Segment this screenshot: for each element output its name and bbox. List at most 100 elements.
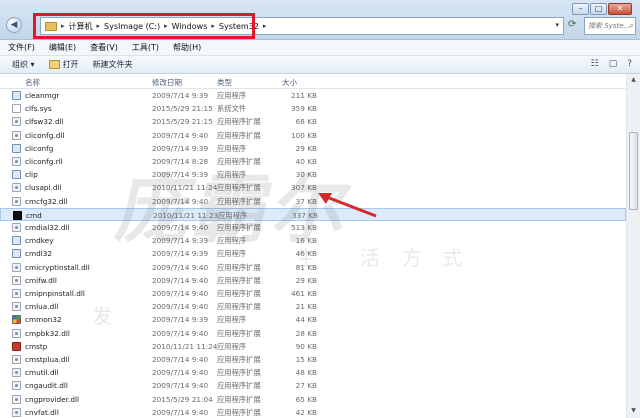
file-row[interactable]: cmstplua.dll 2009/7/14 9:40 应用程序扩展 15 KB [0,353,626,366]
chevron-right-icon[interactable]: ▸ [164,22,168,30]
file-size: 68 KB [295,117,317,127]
file-row[interactable]: cmdkey 2009/7/14 9:39 应用程序 16 KB [0,234,626,247]
file-type: 应用程序 [217,170,247,180]
file-size: 40 KB [295,157,317,166]
scroll-down-icon[interactable]: ▼ [629,407,638,416]
minimize-button[interactable]: – [572,3,589,15]
file-row[interactable]: cmlua.dll 2009/7/14 9:40 应用程序扩展 21 KB [0,300,626,313]
maximize-button[interactable]: □ [590,3,607,15]
chevron-right-icon[interactable]: ▸ [97,22,101,30]
file-row[interactable]: cmdial32.dll 2009/7/14 9:40 应用程序扩展 513 KB [0,221,626,234]
new-folder-button[interactable]: 新建文件夹 [93,59,133,70]
system-file-icon [12,104,21,114]
file-row[interactable]: cleanmgr 2009/7/14 9:39 应用程序 211 KB [0,89,626,102]
window-controls: – □ ✕ [572,3,632,15]
file-type: 应用程序扩展 [217,275,261,285]
file-name: cngprovider.dll [25,394,80,404]
vertical-scrollbar[interactable]: ▲ ▼ [626,74,640,418]
breadcrumb-system32[interactable]: System32 [219,22,259,31]
back-arrow-icon[interactable]: ◀ [6,17,22,33]
dll-file-icon [12,289,21,298]
help-icon[interactable]: ? [627,59,632,69]
open-button[interactable]: 打开 [48,59,79,70]
chevron-down-icon[interactable]: ▾ [555,21,559,29]
refresh-icon[interactable]: ⟳ [568,19,582,33]
dll-file-icon [12,407,21,417]
chevron-right-icon[interactable]: ▸ [61,22,65,30]
file-date: 2009/7/14 9:40 [152,196,209,206]
menu-view[interactable]: 查看(V) [90,42,118,53]
application-icon [12,143,21,153]
file-row[interactable]: clfs.sys 2015/5/29 21:15 系统文件 359 KB [0,102,626,115]
file-date: 2009/7/14 9:40 [152,381,209,391]
file-row[interactable]: cliconfg.dll 2009/7/14 9:40 应用程序扩展 100 KB [0,129,626,142]
close-button[interactable]: ✕ [608,3,632,15]
file-row[interactable]: cmipnpinstall.dll 2009/7/14 9:40 应用程序扩展 461… [0,287,626,300]
file-row[interactable]: cliconfg.rll 2009/7/14 8:28 应用程序扩展 40 KB [0,155,626,168]
file-row[interactable]: clip 2009/7/14 9:39 应用程序 30 KB [0,168,626,181]
file-name: clip [25,170,38,180]
file-name: cmstp [25,341,48,351]
dll-file-icon [12,196,21,206]
application-icon [12,91,21,100]
open-label: 打开 [62,60,79,69]
organize-button[interactable]: 组织 ▾ [12,59,35,70]
file-row[interactable]: cmpbk32.dll 2009/7/14 9:40 应用程序扩展 28 KB [0,327,626,340]
column-name[interactable]: 名称 [25,77,40,88]
view-options-icon[interactable]: ☷ [591,59,599,69]
file-row[interactable]: cnvfat.dll 2009/7/14 9:40 应用程序扩展 42 KB [0,406,626,418]
file-row[interactable]: cmifw.dll 2009/7/14 9:40 应用程序扩展 29 KB [0,274,626,287]
column-type[interactable]: 类型 [217,77,232,88]
search-icon[interactable]: ⌕ [629,21,633,31]
menu-file[interactable]: 文件(F) [8,42,35,53]
title-bar: – □ ✕ ◀ ▸ 计算机 ▸ SysImage (C:) ▸ Windows … [0,0,640,40]
menu-edit[interactable]: 编辑(E) [49,42,76,53]
file-type: 应用程序扩展 [217,130,261,140]
file-row[interactable]: cmd 2010/11/21 11:23 应用程序 337 KB [0,207,626,221]
breadcrumb-sysimage[interactable]: SysImage (C:) [104,22,160,31]
file-row[interactable]: cliconfg 2009/7/14 9:39 应用程序 29 KB [0,142,626,155]
file-date: 2009/7/14 9:39 [152,236,209,246]
file-row[interactable]: cmdl32 2009/7/14 9:39 应用程序 46 KB [0,247,626,260]
file-row[interactable]: cmstp 2010/11/21 11:24 应用程序 90 KB [0,340,626,353]
file-date: 2015/5/29 21:04 [152,394,213,404]
file-type: 系统文件 [217,104,247,114]
file-name: cliconfg [25,143,54,153]
application-icon [12,236,21,246]
file-size: 65 KB [295,394,317,404]
file-row[interactable]: cmutil.dll 2009/7/14 9:40 应用程序扩展 48 KB [0,366,626,379]
file-size: 21 KB [295,302,317,312]
file-type: 应用程序 [217,315,247,325]
chevron-right-icon[interactable]: ▸ [263,22,267,30]
file-row[interactable]: cngaudit.dll 2009/7/14 9:40 应用程序扩展 27 KB [0,379,626,392]
search-input[interactable]: 搜索 Syste... ⌕ [584,17,636,35]
menu-tools[interactable]: 工具(T) [132,42,159,53]
file-row[interactable]: cngprovider.dll 2015/5/29 21:04 应用程序扩展 65 K… [0,393,626,406]
menu-help[interactable]: 帮助(H) [173,42,201,53]
file-size: 28 KB [295,328,317,338]
file-size: 30 KB [295,170,317,180]
breadcrumb-windows[interactable]: Windows [172,22,208,31]
preview-pane-icon[interactable]: ▢ [609,59,618,69]
file-name: cmdl32 [25,249,53,259]
column-size[interactable]: 大小 [282,77,297,88]
file-size: 211 KB [290,91,317,100]
column-header: 名称 修改日期 类型 大小 [0,74,626,89]
file-date: 2009/7/14 9:40 [152,262,209,272]
file-row[interactable]: clfsw32.dll 2015/5/29 21:15 应用程序扩展 68 KB [0,115,626,128]
scroll-up-icon[interactable]: ▲ [629,76,638,85]
dll-file-icon [12,328,21,338]
scroll-thumb[interactable] [629,132,638,210]
breadcrumb-computer[interactable]: 计算机 [69,21,93,32]
file-name: cmmon32 [25,315,62,325]
file-row[interactable]: cmicryptinstall.dll 2009/7/14 9:40 应用程序扩展 8… [0,261,626,274]
chevron-right-icon[interactable]: ▸ [211,22,215,30]
file-row[interactable]: cmcfg32.dll 2009/7/14 9:40 应用程序扩展 37 KB [0,195,626,208]
file-row[interactable]: cmmon32 2009/7/14 9:39 应用程序 44 KB [0,313,626,326]
dll-file-icon [12,183,21,193]
file-date: 2009/7/14 9:39 [152,315,209,325]
column-date[interactable]: 修改日期 [152,77,182,88]
file-date: 2009/7/14 9:40 [152,328,209,338]
file-row[interactable]: clusapi.dll 2010/11/21 11:24 应用程序扩展 307 KB [0,181,626,194]
address-bar[interactable]: ▸ 计算机 ▸ SysImage (C:) ▸ Windows ▸ System… [40,17,564,35]
